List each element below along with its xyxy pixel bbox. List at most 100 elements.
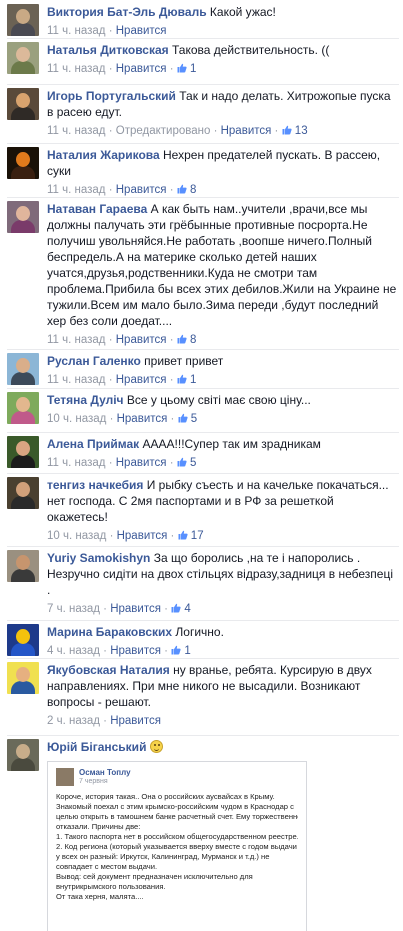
comment-divider [7, 38, 399, 39]
comment-timestamp[interactable]: 2 ч. назад [47, 715, 100, 727]
separator: · [105, 184, 116, 196]
separator: · [99, 715, 111, 727]
comment-body: Алена Приймак АААА!!!Супер так им зрадни… [47, 436, 397, 471]
like-button[interactable]: Нравится [110, 603, 161, 615]
thumbs-up-icon [177, 374, 187, 384]
avatar[interactable] [7, 477, 39, 509]
comment-body: Игорь Португальский Так и надо делать. Х… [47, 88, 397, 139]
like-button[interactable]: Нравится [116, 25, 167, 37]
like-count[interactable]: 1 [177, 374, 196, 386]
avatar[interactable] [7, 436, 39, 468]
like-button[interactable]: Нравится [117, 530, 168, 542]
like-count[interactable]: 8 [177, 334, 196, 346]
attachment-text-line: От така херня, малята.... [56, 892, 144, 901]
avatar[interactable] [7, 739, 39, 771]
comment-author-link[interactable]: тенгиз начкебия [47, 478, 143, 492]
attached-screenshot[interactable]: Осман Топлу 7 червня Короче, история такая… [47, 761, 307, 931]
comment-author-link[interactable]: Якубовская Наталия [47, 663, 170, 677]
avatar[interactable] [7, 201, 39, 233]
comment-author-link[interactable]: Наталия Жарикова [47, 148, 160, 162]
comment-timestamp[interactable]: 11 ч. назад [47, 334, 106, 346]
separator: · [210, 125, 221, 137]
avatar[interactable] [7, 147, 39, 179]
edited-label[interactable]: Отредактировано [116, 125, 211, 137]
like-button[interactable]: Нравится [117, 413, 168, 425]
avatar[interactable] [7, 88, 39, 120]
comment-body: Виктория Бат-Эль Дюваль Какой ужас! 11 ч.… [47, 4, 397, 39]
comment-author-link[interactable]: Игорь Португальский [47, 89, 176, 103]
comment-meta: 11 ч. назад · Нравится · 1 [47, 372, 397, 388]
attachment-date: 7 червня [79, 778, 108, 785]
avatar[interactable] [7, 392, 39, 424]
like-count[interactable]: 5 [177, 457, 196, 469]
comment-timestamp[interactable]: 10 ч. назад [47, 413, 106, 425]
comment-timestamp[interactable]: 11 ч. назад [47, 374, 106, 386]
comment-divider [7, 197, 399, 198]
comment-body: Наталья Дитковская Такова действительнос… [47, 42, 397, 77]
separator: · [166, 63, 177, 75]
like-button[interactable]: Нравится [116, 457, 167, 469]
comment-timestamp[interactable]: 10 ч. назад [47, 530, 106, 542]
comment-timestamp[interactable]: 11 ч. назад [47, 125, 106, 137]
like-button[interactable]: Нравится [110, 645, 161, 657]
comment-timestamp[interactable]: 4 ч. назад [47, 645, 100, 657]
comment-text-block: Юрій Біганський [47, 739, 397, 755]
separator: · [271, 125, 282, 137]
comment-author-link[interactable]: Руслан Галенко [47, 354, 141, 368]
comment-timestamp[interactable]: 11 ч. назад [47, 25, 106, 37]
comment-author-link[interactable]: Натаван Гараева [47, 202, 147, 216]
like-button[interactable]: Нравится [116, 334, 167, 346]
comment-author-link[interactable]: Виктория Бат-Эль Дюваль [47, 5, 207, 19]
comment-list: Виктория Бат-Эль Дюваль Какой ужас! 11 ч.… [0, 0, 403, 931]
comment-timestamp[interactable]: 7 ч. назад [47, 603, 100, 615]
like-button[interactable]: Нравится [221, 125, 272, 137]
comment-text-block: Виктория Бат-Эль Дюваль Какой ужас! [47, 4, 397, 20]
like-button[interactable]: Нравится [110, 715, 161, 727]
avatar[interactable] [7, 42, 39, 74]
comment-author-link[interactable]: Yuriy Samokishyn [47, 551, 150, 565]
like-count[interactable]: 8 [177, 184, 196, 196]
comment-timestamp[interactable]: 11 ч. назад [47, 184, 106, 196]
like-count[interactable]: 4 [171, 603, 191, 615]
comment-text-block: Тетяна Дуліч Все у цьому світі має свою … [47, 392, 397, 408]
separator: · [105, 63, 116, 75]
comment-timestamp[interactable]: 11 ч. назад [47, 457, 106, 469]
comment-divider [7, 473, 399, 474]
comment-divider [7, 388, 399, 389]
comment-divider [7, 546, 399, 547]
attachment-text-line: отказали. Причины две: [56, 822, 141, 831]
avatar[interactable] [7, 662, 39, 694]
comment-meta: 11 ч. назад · Отредактировано · Нравится… [47, 123, 397, 139]
like-count[interactable]: 1 [171, 645, 191, 657]
comment-author-link[interactable]: Юрій Біганський [47, 740, 146, 754]
like-button[interactable]: Нравится [116, 374, 167, 386]
comment-meta: 4 ч. назад · Нравится · 1 [47, 643, 397, 659]
comment-divider [7, 349, 399, 350]
comment-body: Тетяна Дуліч Все у цьому світі має свою … [47, 392, 397, 427]
avatar[interactable] [7, 4, 39, 36]
comment-author-link[interactable]: Марина Бараковских [47, 625, 172, 639]
attachment-text-line: Вывод: сей документ предназначен исключи… [56, 872, 253, 881]
comment-meta: 10 ч. назад · Нравится · 17 [47, 528, 397, 544]
attachment-text-line: 1. Такого паспорта нет в российском обще… [56, 832, 298, 841]
attachment-text-line: внутрикрымского пользования. [56, 882, 166, 891]
avatar[interactable] [7, 624, 39, 656]
comment-author-link[interactable]: Наталья Дитковская [47, 43, 169, 57]
like-count[interactable]: 1 [177, 63, 196, 75]
separator: · [106, 530, 117, 542]
like-count-value: 1 [184, 645, 191, 657]
like-button[interactable]: Нравится [116, 184, 167, 196]
avatar[interactable] [7, 353, 39, 385]
comment-author-link[interactable]: Алена Приймак [47, 437, 139, 451]
comment-timestamp[interactable]: 11 ч. назад [47, 63, 106, 75]
comment-text-block: Натаван Гараева А как быть нам..учители … [47, 201, 397, 329]
like-count-value: 17 [190, 530, 204, 542]
avatar[interactable] [7, 550, 39, 582]
like-count[interactable]: 5 [178, 413, 197, 425]
thumbs-up-icon [177, 184, 187, 194]
like-count[interactable]: 17 [178, 530, 204, 542]
comment-text: А как быть нам..учители ,врачи,все мы до… [47, 202, 397, 328]
comment-author-link[interactable]: Тетяна Дуліч [47, 393, 124, 407]
like-button[interactable]: Нравится [116, 63, 167, 75]
like-count[interactable]: 13 [282, 125, 308, 137]
